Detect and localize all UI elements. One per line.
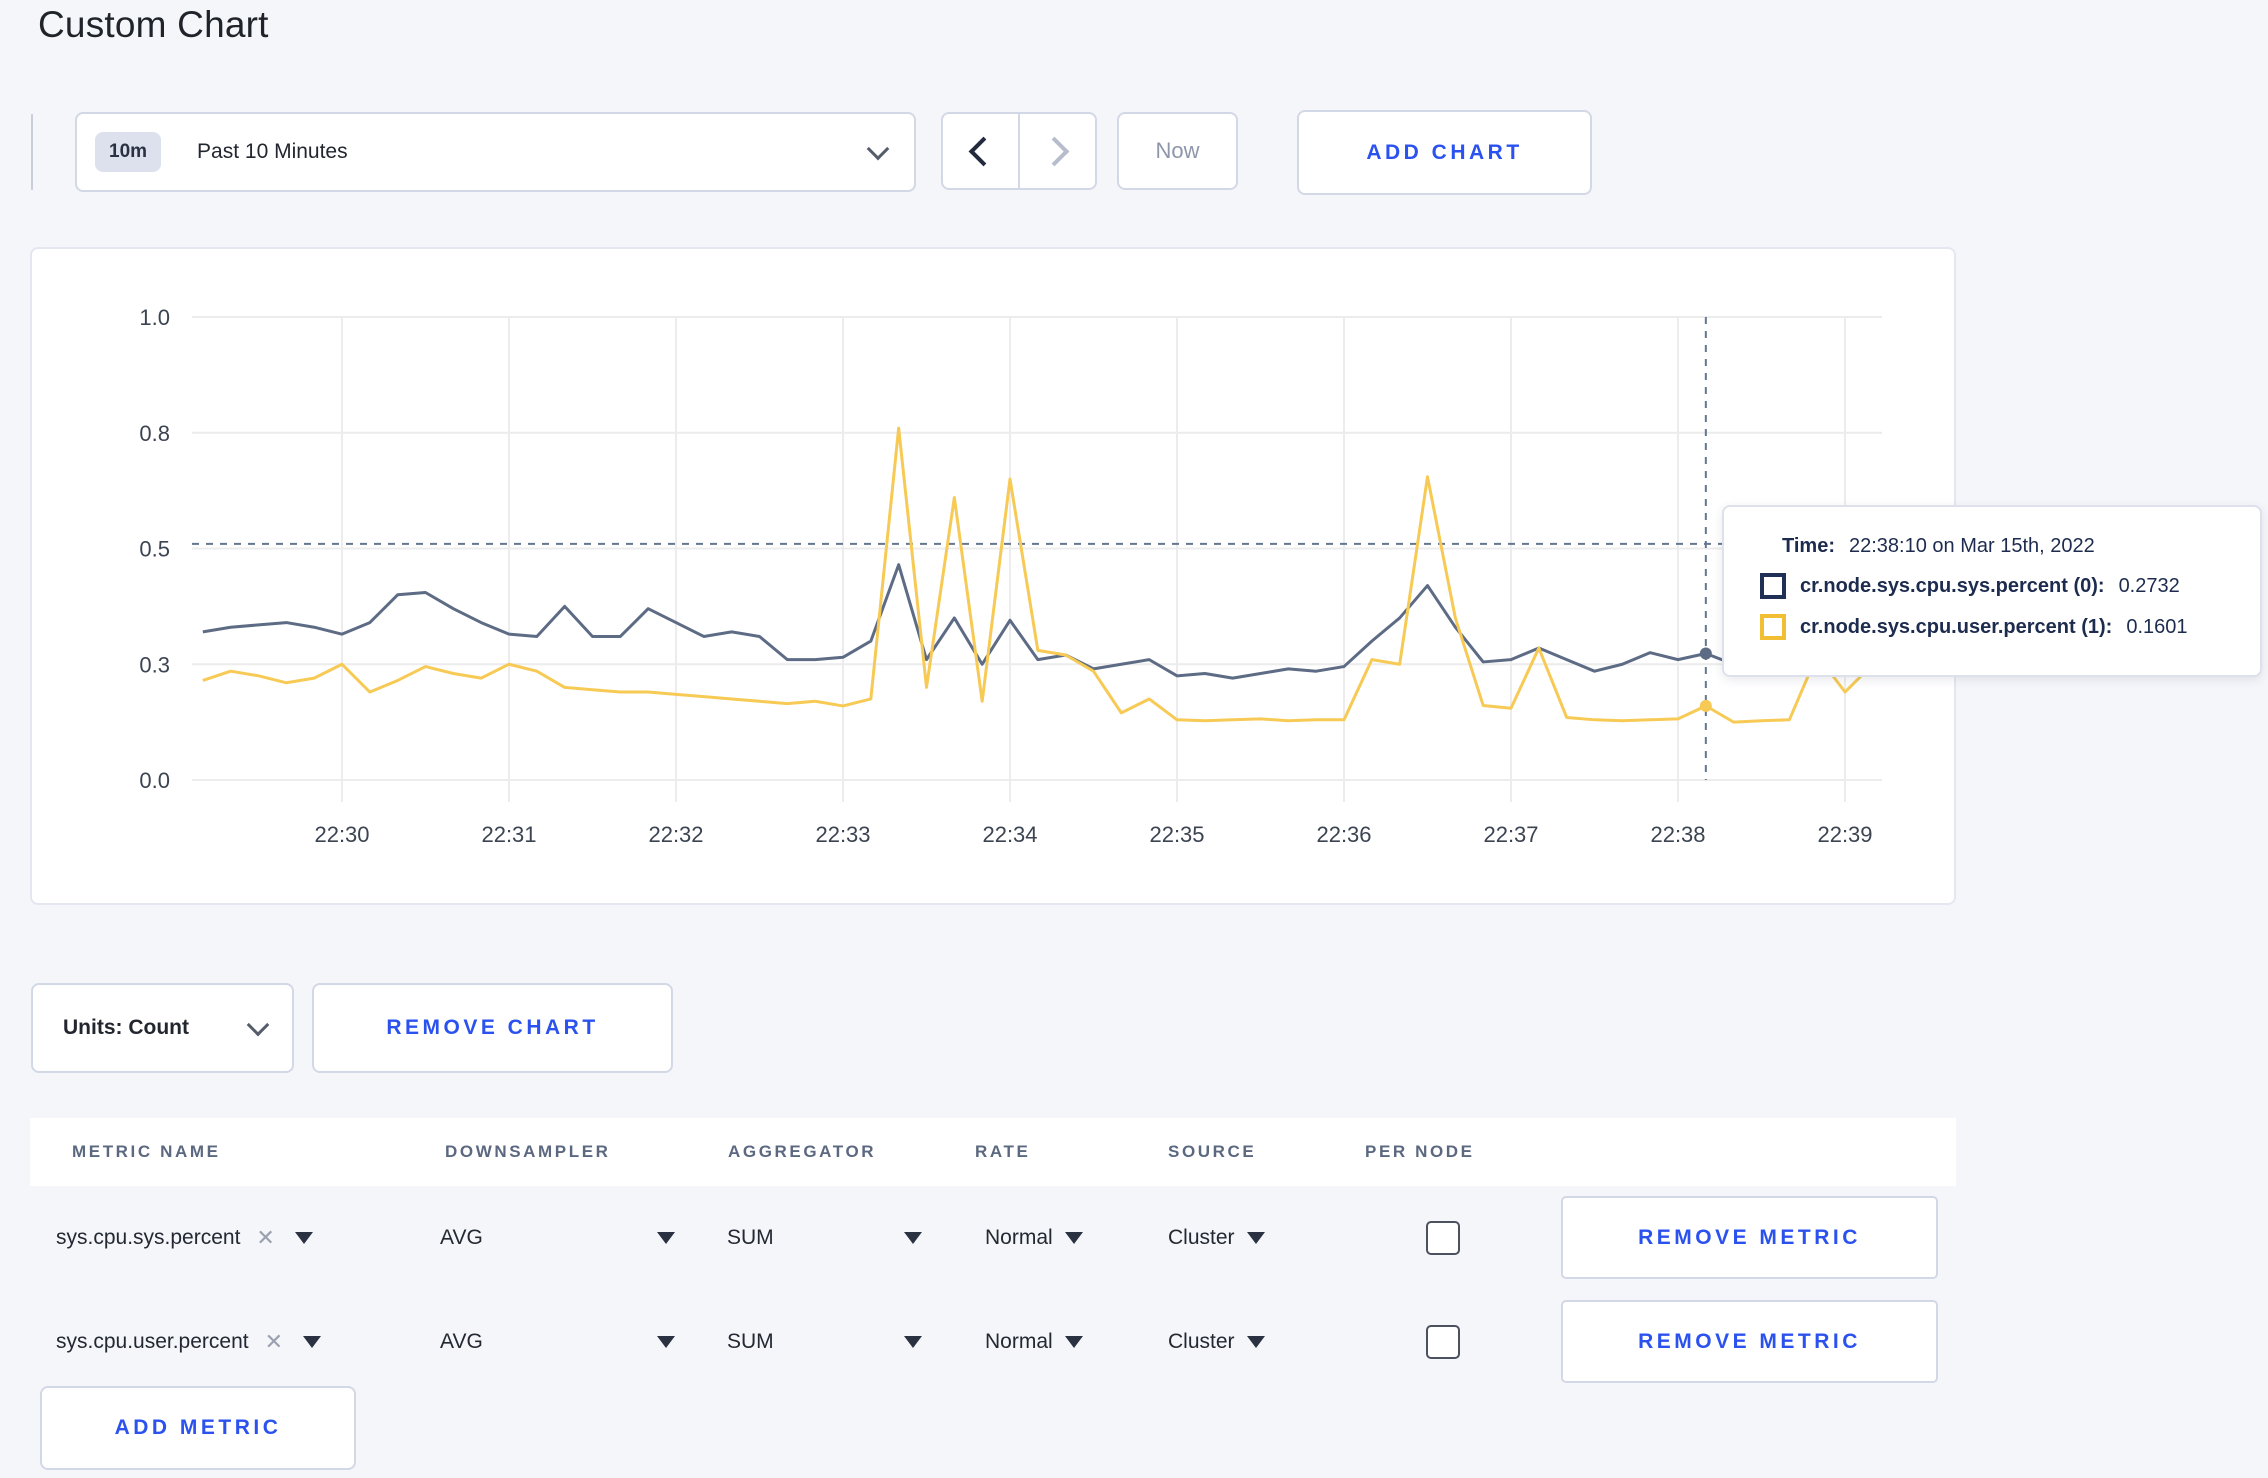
units-dropdown[interactable]: Units: Count xyxy=(31,983,294,1073)
series-line-cr.node.sys.cpu.user.percent xyxy=(202,426,1874,724)
timescale-label: Past 10 Minutes xyxy=(197,140,348,163)
x-axis-label: 22:32 xyxy=(648,822,703,847)
caret-down-icon xyxy=(657,1232,675,1244)
page-title: Custom Chart xyxy=(38,4,269,45)
rate-select[interactable]: Normal xyxy=(985,1330,1083,1354)
tooltip-series-label: cr.node.sys.cpu.sys.percent (0): xyxy=(1800,574,2105,597)
source-select[interactable]: Cluster xyxy=(1168,1330,1265,1354)
chevron-left-icon xyxy=(968,136,999,166)
y-axis-label: 1.0 xyxy=(139,305,170,330)
tooltip-time-value: 22:38:10 on Mar 15th, 2022 xyxy=(1848,535,2095,557)
column-header-source: SOURCE xyxy=(1168,1142,1257,1161)
x-axis-label: 22:38 xyxy=(1650,822,1705,847)
add-chart-button[interactable]: ADD CHART xyxy=(1297,110,1592,195)
add-metric-button[interactable]: ADD METRIC xyxy=(40,1386,356,1470)
metric-row: sys.cpu.sys.percent ✕ AVG SUM Normal Clu… xyxy=(30,1186,1956,1290)
now-button[interactable]: Now xyxy=(1117,112,1238,190)
section-divider xyxy=(31,114,33,190)
downsampler-value: AVG xyxy=(440,1226,483,1249)
source-select[interactable]: Cluster xyxy=(1168,1226,1265,1250)
clear-metric-icon[interactable]: ✕ xyxy=(256,1225,274,1251)
aggregator-value: SUM xyxy=(727,1226,774,1249)
column-header-rate: RATE xyxy=(975,1142,1031,1161)
timescale-badge: 10m xyxy=(95,132,162,172)
x-axis-label: 22:37 xyxy=(1483,822,1538,847)
caret-down-icon xyxy=(1064,1336,1083,1348)
series-line-cr.node.sys.cpu.sys.percent xyxy=(202,563,1873,680)
tooltip-series-value: 0.1601 xyxy=(2126,615,2188,638)
tooltip-series-value: 0.2732 xyxy=(2118,574,2180,597)
x-axis-label: 22:34 xyxy=(982,822,1037,847)
metrics-table-header: METRIC NAME DOWNSAMPLER AGGREGATOR RATE … xyxy=(30,1118,1956,1186)
caret-down-icon xyxy=(904,1232,922,1244)
rate-value: Normal xyxy=(985,1330,1053,1353)
x-axis-label: 22:36 xyxy=(1316,822,1371,847)
aggregator-select[interactable]: SUM xyxy=(727,1226,922,1250)
caret-down-icon xyxy=(1246,1232,1265,1244)
source-value: Cluster xyxy=(1168,1330,1235,1353)
clear-metric-icon[interactable]: ✕ xyxy=(265,1329,283,1355)
per-node-checkbox[interactable] xyxy=(1426,1325,1460,1359)
timescale-dropdown[interactable]: 10m Past 10 Minutes xyxy=(75,112,916,192)
chevron-right-icon xyxy=(1039,136,1070,166)
next-time-button[interactable] xyxy=(1018,114,1095,188)
x-axis-label: 22:35 xyxy=(1149,822,1204,847)
per-node-checkbox[interactable] xyxy=(1426,1221,1460,1255)
prev-time-button[interactable] xyxy=(943,114,1018,188)
downsampler-select[interactable]: AVG xyxy=(440,1226,675,1250)
series-sys-legend-icon xyxy=(1760,573,1786,599)
aggregator-value: SUM xyxy=(727,1330,774,1353)
y-axis-label: 0.0 xyxy=(139,768,170,793)
metric-name-value[interactable]: sys.cpu.sys.percent xyxy=(56,1226,240,1250)
chart-tooltip: Time: 22:38:10 on Mar 15th, 2022 cr.node… xyxy=(1722,505,2262,677)
rate-select[interactable]: Normal xyxy=(985,1226,1083,1250)
x-axis-label: 22:33 xyxy=(815,822,870,847)
caret-down-icon xyxy=(1246,1336,1265,1348)
y-axis-label: 0.8 xyxy=(139,421,170,446)
aggregator-select[interactable]: SUM xyxy=(727,1330,922,1354)
rate-value: Normal xyxy=(985,1226,1053,1249)
source-value: Cluster xyxy=(1168,1226,1235,1249)
downsampler-select[interactable]: AVG xyxy=(440,1330,675,1354)
units-label: Units: Count xyxy=(63,1016,189,1039)
tooltip-series-label: cr.node.sys.cpu.user.percent (1): xyxy=(1800,615,2113,638)
y-axis-label: 0.3 xyxy=(139,652,170,677)
x-axis-label: 22:30 xyxy=(314,822,369,847)
cpu-usage-chart[interactable]: 0.0 0.3 0.5 0.8 1.0 22:30 22:31 22:32 22:33 22:34… xyxy=(32,249,1958,907)
caret-down-icon xyxy=(657,1336,675,1348)
downsampler-value: AVG xyxy=(440,1330,483,1353)
column-header-per-node: PER NODE xyxy=(1365,1142,1475,1161)
metric-dropdown-caret-icon[interactable] xyxy=(303,1336,322,1348)
remove-chart-button[interactable]: REMOVE CHART xyxy=(312,983,673,1073)
y-axis-label: 0.5 xyxy=(139,537,170,562)
custom-chart-page: { "page": { "title": "Custom Chart" }, "… xyxy=(0,0,2268,1478)
remove-metric-button[interactable]: REMOVE METRIC xyxy=(1561,1196,1938,1279)
time-pager xyxy=(941,112,1097,190)
caret-down-icon xyxy=(1064,1232,1083,1244)
caret-down-icon xyxy=(904,1336,922,1348)
column-header-metric-name: METRIC NAME xyxy=(72,1142,221,1161)
x-axis-label: 22:31 xyxy=(481,822,536,847)
x-axis-label: 22:39 xyxy=(1817,822,1872,847)
chevron-down-icon xyxy=(246,1013,270,1037)
tooltip-time-label: Time: xyxy=(1782,535,1835,557)
column-header-aggregator: AGGREGATOR xyxy=(728,1142,877,1161)
remove-metric-button[interactable]: REMOVE METRIC xyxy=(1561,1300,1938,1383)
metric-name-value[interactable]: sys.cpu.user.percent xyxy=(56,1330,249,1354)
hover-point xyxy=(1699,647,1712,660)
series-user-legend-icon xyxy=(1760,614,1786,640)
hover-point xyxy=(1699,699,1712,712)
column-header-downsampler: DOWNSAMPLER xyxy=(445,1142,611,1161)
chart-card: 0.0 0.3 0.5 0.8 1.0 22:30 22:31 22:32 22:33 22:34… xyxy=(30,247,1956,905)
chevron-down-icon xyxy=(866,137,890,161)
metric-row: sys.cpu.user.percent ✕ AVG SUM Normal Cl… xyxy=(30,1290,1956,1394)
metric-dropdown-caret-icon[interactable] xyxy=(294,1232,313,1244)
